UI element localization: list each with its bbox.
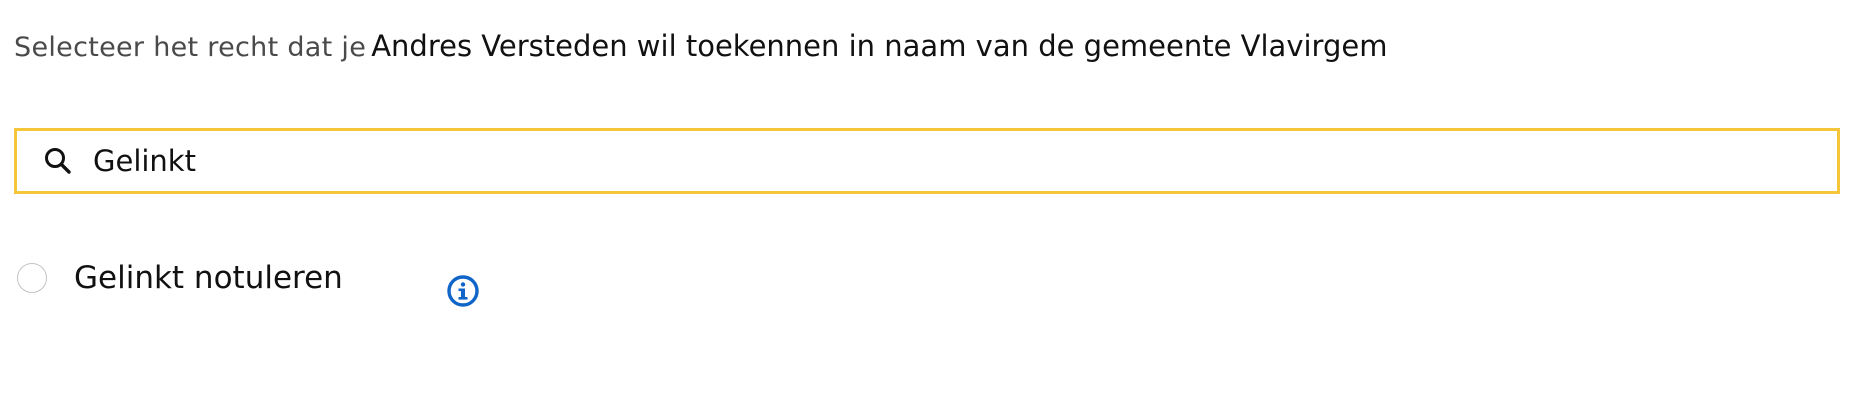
search-icon (43, 146, 73, 176)
option-gelinkt-notuleren[interactable]: Gelinkt notuleren (17, 260, 343, 296)
radio-button[interactable] (17, 263, 47, 293)
instruction-prefix: Selecteer het recht dat je (14, 32, 367, 63)
option-label[interactable]: Gelinkt notuleren (74, 260, 343, 296)
info-icon[interactable] (446, 274, 480, 308)
search-field[interactable] (14, 128, 1840, 194)
instruction-text: Selecteer het recht dat je Andres Verste… (14, 28, 1387, 69)
search-input[interactable] (93, 144, 1693, 178)
instruction-subject: Andres Versteden wil toekennen in naam v… (371, 29, 1388, 63)
